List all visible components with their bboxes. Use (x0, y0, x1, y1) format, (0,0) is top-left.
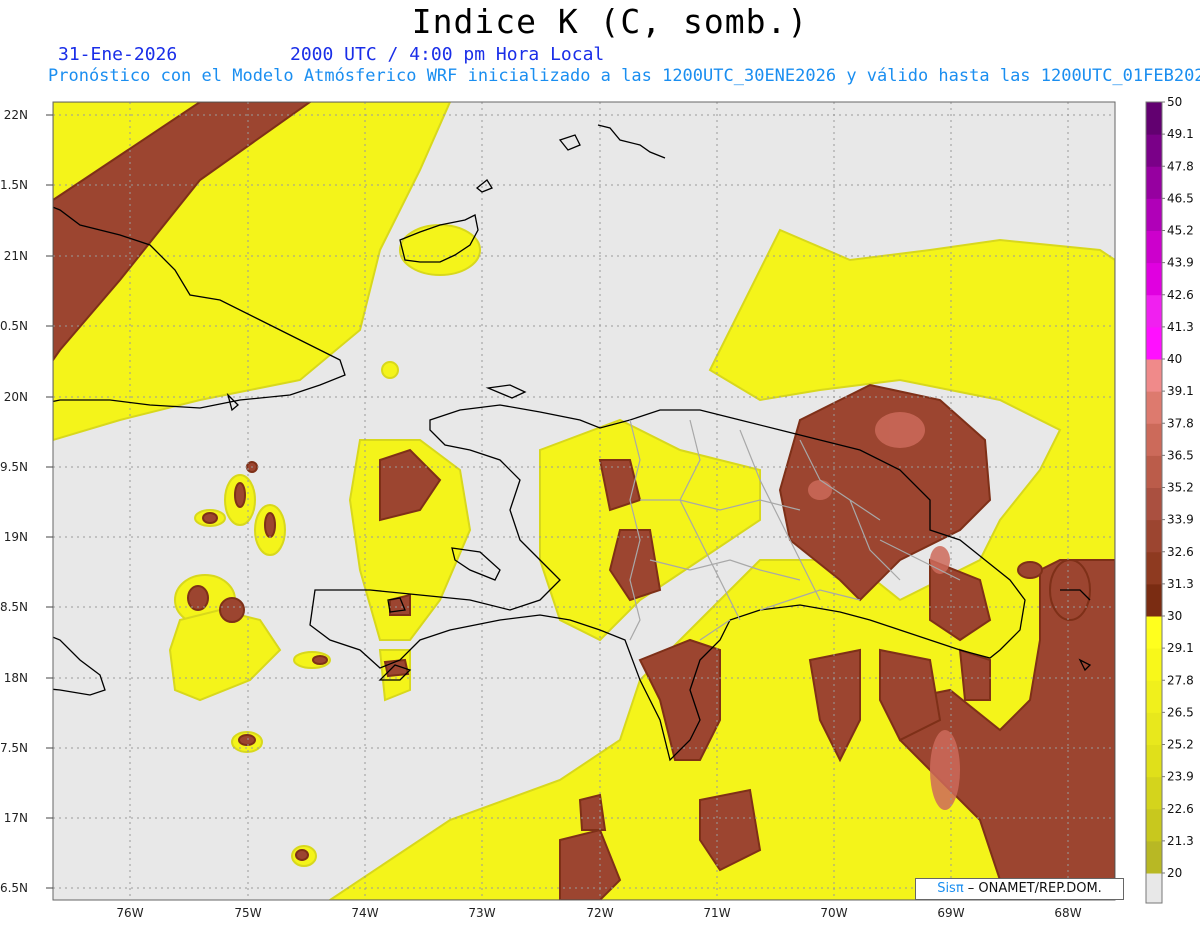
colorbar-segment (1146, 744, 1162, 778)
latitude-labels: 22N 1.5N 21N 0.5N 20N 9.5N 19N 8.5N 18N … (0, 108, 28, 895)
colorbar-segment (1146, 230, 1162, 264)
lat-label: 18N (4, 671, 28, 685)
lat-label: 1.5N (0, 178, 28, 192)
colorbar-label: 37.8 (1167, 416, 1194, 430)
credit-box: Sisπ – ONAMET/REP.DOM. (915, 878, 1124, 900)
colorbar-segment (1146, 359, 1162, 392)
colorbar-segment (1146, 616, 1162, 649)
colorbar-label: 30 (1167, 609, 1182, 623)
colorbar-label: 25.2 (1167, 738, 1194, 752)
colorbar-segment (1146, 455, 1162, 488)
lon-label: 71W (703, 906, 730, 920)
lon-label: 68W (1054, 906, 1081, 920)
colorbar-label: 45.2 (1167, 224, 1194, 238)
lat-label: 19N (4, 530, 28, 544)
lon-label: 76W (116, 906, 143, 920)
colorbar-label: 22.6 (1167, 802, 1194, 816)
lon-label: 72W (586, 906, 613, 920)
colorbar-label: 26.5 (1167, 705, 1194, 719)
colorbar-segment (1146, 134, 1162, 167)
lat-label: 22N (4, 108, 28, 122)
lat-label: 20N (4, 390, 28, 404)
colorbar-label: 27.8 (1167, 673, 1194, 687)
colorbar-label: 23.9 (1167, 770, 1194, 784)
colorbar-segment (1146, 102, 1162, 135)
lat-label: 0.5N (0, 319, 28, 333)
colorbar-segment (1146, 198, 1162, 231)
colorbar-label: 46.5 (1167, 191, 1194, 205)
colorbar-segment (1146, 551, 1162, 585)
colorbar-segment (1146, 808, 1162, 842)
longitude-labels: 76W 75W 74W 73W 72W 71W 70W 69W 68W (116, 906, 1081, 920)
credit-text: – ONAMET/REP.DOM. (963, 881, 1102, 896)
lat-label: 8.5N (0, 600, 28, 614)
colorbar-label: 42.6 (1167, 288, 1194, 302)
lon-label: 74W (351, 906, 378, 920)
colorbar-segment (1146, 166, 1162, 199)
colorbar-label: 36.5 (1167, 448, 1194, 462)
colorbar-segment (1146, 391, 1162, 424)
colorbar-label: 47.8 (1167, 159, 1194, 173)
colorbar-label: 33.9 (1167, 513, 1194, 527)
lat-ticks (46, 114, 53, 889)
colorbar-label: 35.2 (1167, 481, 1194, 495)
lon-label: 70W (820, 906, 847, 920)
colorbar-label: 39.1 (1167, 384, 1194, 398)
lat-label: 9.5N (0, 460, 28, 474)
colorbar-segment (1146, 519, 1162, 553)
colorbar-segment (1146, 487, 1162, 521)
colorbar-segment (1146, 583, 1162, 617)
lon-label: 73W (468, 906, 495, 920)
colorbar-label: 40 (1167, 352, 1182, 366)
colorbar-label: 31.3 (1167, 577, 1194, 591)
colorbar-label: 41.3 (1167, 320, 1194, 334)
colorbar-segment (1146, 423, 1162, 456)
colorbar-segment (1146, 326, 1162, 360)
colorbar-segment (1146, 680, 1162, 713)
colorbar-segment (1146, 294, 1162, 328)
colorbar-segment (1146, 262, 1162, 296)
lat-label: 6.5N (0, 881, 28, 895)
colorbar-label: 32.6 (1167, 545, 1194, 559)
lat-label: 17N (4, 811, 28, 825)
colorbar-label: 29.1 (1167, 641, 1194, 655)
lon-label: 75W (234, 906, 261, 920)
colorbar-segment (1146, 776, 1162, 810)
lat-label: 7.5N (0, 741, 28, 755)
k-index-map: 22N 1.5N 21N 0.5N 20N 9.5N 19N 8.5N 18N … (0, 95, 1194, 920)
colorbar-segment (1146, 648, 1162, 681)
sispi-logo: Sisπ (937, 881, 964, 896)
colorbar-label: 49.1 (1167, 127, 1194, 141)
colorbar-label: 43.9 (1167, 256, 1194, 270)
colorbar-segment (1146, 712, 1162, 745)
lon-label: 69W (937, 906, 964, 920)
colorbar-segment (1146, 840, 1162, 874)
colorbar-below-box (1145, 872, 1163, 904)
lat-label: 21N (4, 249, 28, 263)
colorbar-label: 50 (1167, 95, 1182, 109)
colorbar-label: 20 (1167, 866, 1182, 880)
colorbar-label: 21.3 (1167, 834, 1194, 848)
colorbar: 20 21.3 22.6 23.9 25.2 26.5 27.8 29.1 30 31.3 32.6… (1145, 95, 1194, 904)
